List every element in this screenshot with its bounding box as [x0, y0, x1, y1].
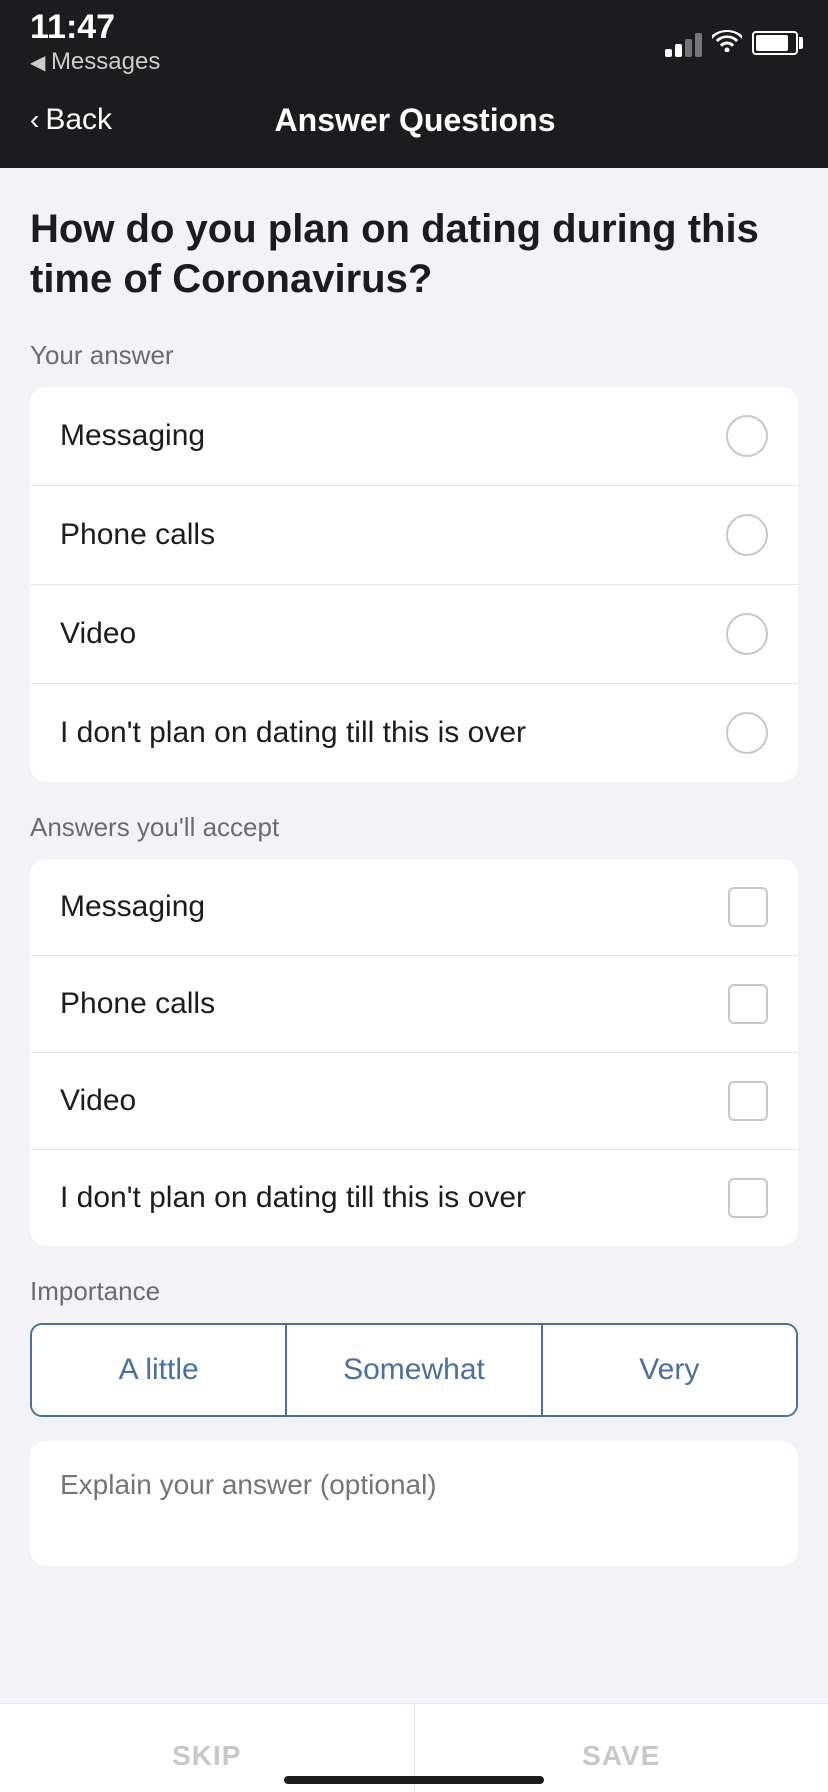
your-answer-messaging[interactable]: Messaging — [30, 387, 798, 486]
radio-messaging[interactable] — [726, 415, 768, 457]
home-indicator — [284, 1776, 544, 1784]
accept-video[interactable]: Video — [30, 1053, 798, 1150]
status-messages-link[interactable]: Messages — [30, 48, 160, 76]
radio-phone-calls[interactable] — [726, 514, 768, 556]
accept-no-dating-text: I don't plan on dating till this is over — [60, 1181, 526, 1215]
question-title: How do you plan on dating during this ti… — [30, 204, 798, 304]
your-answer-phone-calls-text: Phone calls — [60, 518, 215, 552]
your-answer-no-dating-text: I don't plan on dating till this is over — [60, 716, 526, 750]
your-answer-no-dating[interactable]: I don't plan on dating till this is over — [30, 684, 798, 782]
importance-very-label: Very — [639, 1353, 699, 1386]
your-answer-video[interactable]: Video — [30, 585, 798, 684]
checkbox-no-dating[interactable] — [728, 1178, 768, 1218]
accept-messaging-text: Messaging — [60, 890, 205, 924]
importance-label: Importance — [30, 1276, 798, 1307]
your-answer-card: Messaging Phone calls Video I don't plan… — [30, 387, 798, 782]
radio-video[interactable] — [726, 613, 768, 655]
your-answer-messaging-text: Messaging — [60, 419, 205, 453]
importance-somewhat-label: Somewhat — [343, 1353, 485, 1386]
nav-bar: ‹ Back Answer Questions — [0, 80, 828, 168]
main-content: How do you plan on dating during this ti… — [0, 168, 828, 1726]
accept-no-dating[interactable]: I don't plan on dating till this is over — [30, 1150, 798, 1246]
nav-title: Answer Questions — [112, 102, 718, 139]
checkbox-messaging[interactable] — [728, 887, 768, 927]
battery-icon — [752, 31, 798, 55]
accept-phone-calls-text: Phone calls — [60, 987, 215, 1021]
importance-a-little[interactable]: A little — [32, 1325, 287, 1415]
your-answer-video-text: Video — [60, 617, 136, 651]
accept-phone-calls[interactable]: Phone calls — [30, 956, 798, 1053]
importance-section: Importance A little Somewhat Very — [30, 1276, 798, 1417]
status-time: 11:47 — [30, 10, 160, 44]
back-button[interactable]: ‹ Back — [30, 103, 112, 137]
accept-video-text: Video — [60, 1084, 136, 1118]
back-chevron-icon: ‹ — [30, 104, 39, 136]
importance-very[interactable]: Very — [543, 1325, 796, 1415]
importance-a-little-label: A little — [119, 1353, 199, 1386]
status-icons — [665, 28, 798, 59]
importance-buttons: A little Somewhat Very — [30, 1323, 798, 1417]
explain-input[interactable] — [60, 1469, 768, 1533]
importance-somewhat[interactable]: Somewhat — [287, 1325, 542, 1415]
explain-container — [30, 1441, 798, 1566]
status-bar: 11:47 Messages — [0, 0, 828, 80]
checkbox-video[interactable] — [728, 1081, 768, 1121]
signal-icon — [665, 29, 702, 57]
your-answer-phone-calls[interactable]: Phone calls — [30, 486, 798, 585]
radio-no-dating[interactable] — [726, 712, 768, 754]
accept-answers-label: Answers you'll accept — [30, 812, 798, 843]
your-answer-label: Your answer — [30, 340, 798, 371]
accept-answers-card: Messaging Phone calls Video I don't plan… — [30, 859, 798, 1246]
accept-messaging[interactable]: Messaging — [30, 859, 798, 956]
wifi-icon — [712, 28, 742, 59]
status-left: 11:47 Messages — [30, 10, 160, 76]
checkbox-phone-calls[interactable] — [728, 984, 768, 1024]
back-label: Back — [45, 103, 112, 137]
